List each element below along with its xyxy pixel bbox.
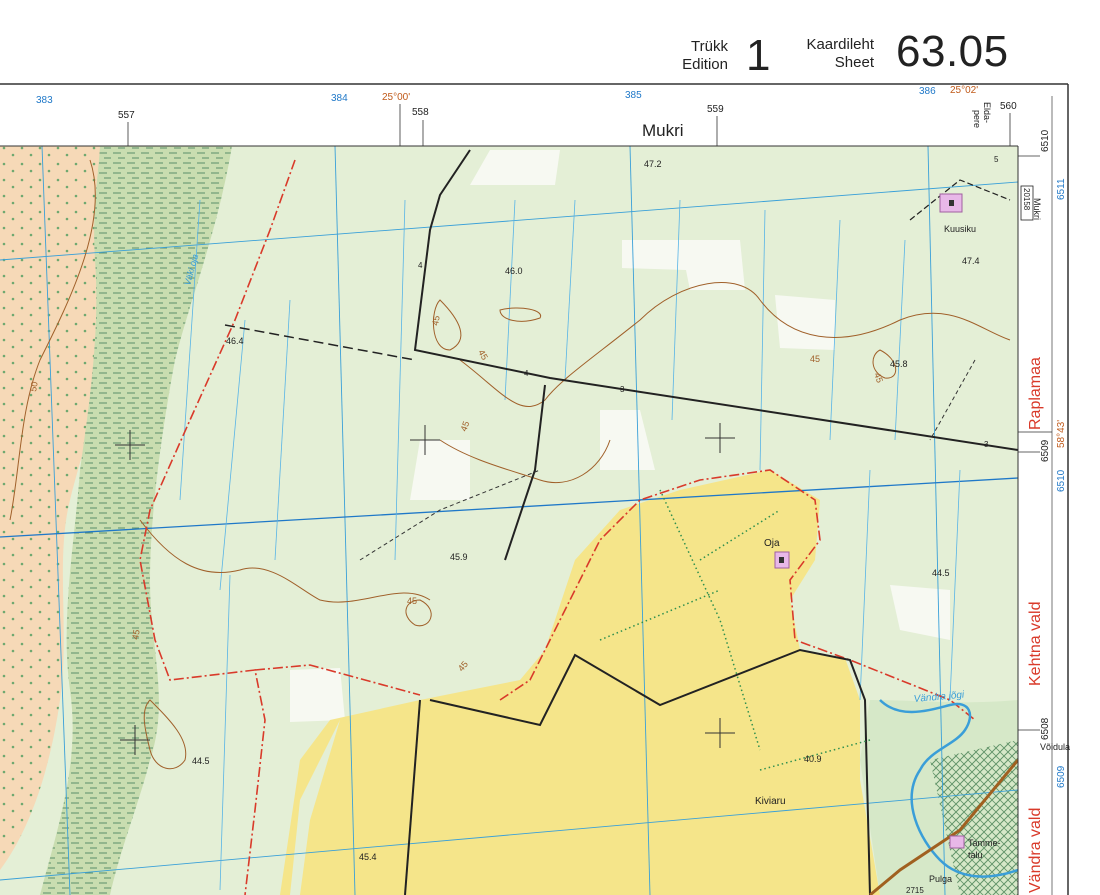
km-label-6508: 6508	[1040, 717, 1051, 740]
parish-vandra: Vändra vald	[1027, 808, 1044, 893]
place-tammetalu-2: talu	[968, 850, 983, 860]
elevation-46-0: 46.0	[505, 266, 523, 276]
tammetalu-building	[949, 835, 965, 849]
grid-label-6511: 6511	[1056, 178, 1067, 200]
km-label-6509: 6509	[1040, 439, 1051, 462]
ditch-label-5: 5	[994, 155, 999, 164]
lon-label-25-02: 25°02'	[950, 85, 978, 96]
road-name-mukri: Mukri	[1032, 198, 1042, 220]
contour-45-c: 45	[810, 354, 820, 364]
elevation-47-4: 47.4	[962, 256, 980, 266]
ditch-label-4-b: 4	[524, 369, 529, 378]
ditch-label-3-a: 3	[620, 385, 625, 394]
elevation-47-2: 47.2	[644, 159, 662, 169]
lon-label-25-00: 25°00'	[382, 92, 410, 103]
km-label-558: 558	[412, 107, 429, 118]
clearing-5	[410, 440, 470, 500]
elevation-40-9: 40.9	[804, 754, 822, 764]
place-pulga: Pulga	[929, 874, 952, 884]
topographic-map: Kuusiku Oja Kiviaru Tamme- talu Pulga 27…	[0, 83, 1070, 895]
contour-45-g: 45	[130, 629, 142, 641]
margin-place-eldapere-2: pere	[972, 110, 982, 128]
elevation-44-5-a: 44.5	[932, 568, 950, 578]
margin-place-eldapere-1: Elda-	[982, 102, 992, 123]
grid-label-6509: 6509	[1056, 765, 1067, 788]
km-label-559: 559	[707, 104, 724, 115]
grid-label-384: 384	[331, 93, 348, 104]
grid-label-385: 385	[625, 90, 642, 101]
clearing-7	[290, 668, 345, 722]
margin-place-mukri: Mukri	[642, 121, 684, 140]
grid-label-383: 383	[36, 95, 53, 106]
place-oja: Oja	[764, 538, 780, 549]
contour-50: 50	[28, 381, 40, 393]
region-raplamaa: Raplamaa	[1027, 357, 1044, 430]
place-kuusiku: Kuusiku	[944, 224, 976, 234]
grid-label-386: 386	[919, 86, 936, 97]
map-sheet: Trükk Edition 1 Kaardileht Sheet 63.05 K…	[0, 0, 1100, 895]
place-tammetalu-1: Tamme-	[968, 838, 1001, 848]
road-number: 20158	[1022, 188, 1031, 211]
lat-label-58-43: 58°43'	[1056, 420, 1067, 448]
contour-45-f: 45	[407, 596, 417, 606]
km-label-560: 560	[1000, 101, 1017, 112]
elevation-45-9: 45.9	[450, 552, 468, 562]
elevation-44-5-b: 44.5	[192, 756, 210, 766]
contour-45-a: 45	[430, 315, 442, 327]
road-name-voidula: Võidula	[1040, 742, 1070, 752]
km-label-557: 557	[118, 110, 135, 121]
map-margin-top	[0, 84, 1070, 146]
elevation-46-4: 46.4	[226, 336, 244, 346]
elevation-45-8: 45.8	[890, 359, 908, 369]
oja-house	[779, 557, 784, 563]
kuusiku-house	[949, 200, 954, 206]
ditch-label-3-b: 3	[984, 440, 989, 449]
km-label-6510: 6510	[1040, 129, 1051, 152]
place-pulga-number: 2715	[906, 886, 924, 895]
elevation-45-4: 45.4	[359, 852, 377, 862]
map-body: Kuusiku Oja Kiviaru Tamme- talu Pulga 27…	[0, 146, 1018, 895]
place-kiviaru: Kiviaru	[755, 796, 786, 807]
grid-label-6510: 6510	[1056, 469, 1067, 492]
parish-kehtna: Kehtna vald	[1027, 601, 1044, 686]
right-margin-labels: 6511 6510 6509 6510 6509 6508 58°43'	[1040, 129, 1067, 788]
ditch-label-4-a: 4	[418, 261, 423, 270]
